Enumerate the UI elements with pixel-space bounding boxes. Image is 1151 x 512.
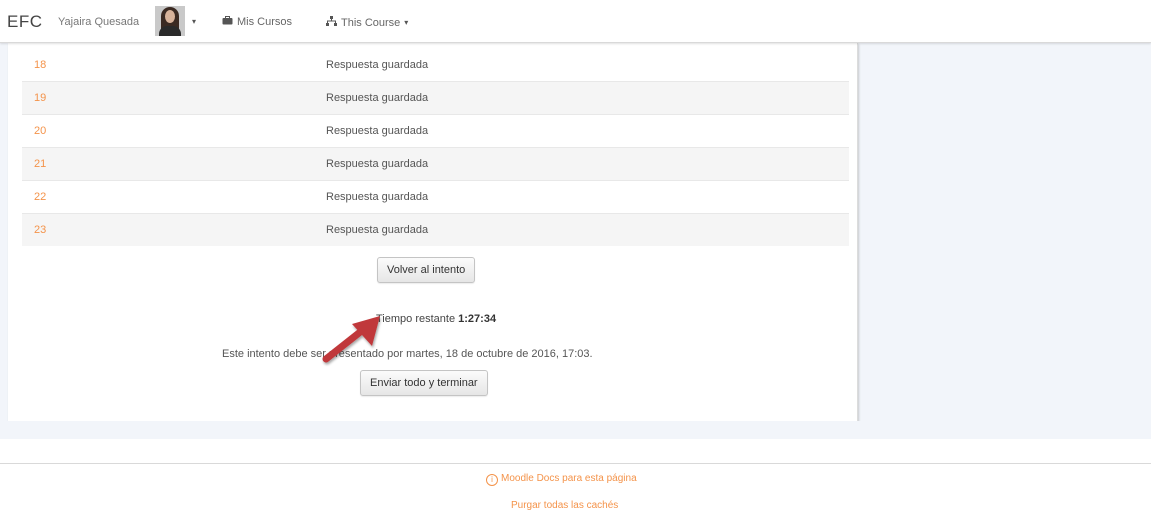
summary-row: 20 Respuesta guardada <box>22 114 849 148</box>
user-name[interactable]: Yajaira Quesada <box>58 16 139 28</box>
my-courses-menu[interactable]: Mis Cursos <box>222 16 292 28</box>
my-courses-label: Mis Cursos <box>237 16 293 28</box>
question-number-link[interactable]: 19 <box>22 81 74 115</box>
attempt-deadline-text: Este intento debe ser presentado por mar… <box>222 348 593 360</box>
question-status: Respuesta guardada <box>74 147 849 181</box>
question-status: Respuesta guardada <box>326 59 429 71</box>
return-to-attempt-button[interactable]: Volver al intento <box>377 257 476 283</box>
info-circle-icon: i <box>486 474 498 486</box>
question-status: Respuesta guardada <box>74 81 849 115</box>
site-brand[interactable]: EFC <box>7 12 43 32</box>
page-footer: i Moodle Docs para esta página Purgar tod… <box>0 463 1151 512</box>
moodle-docs-link[interactable]: i Moodle Docs para esta página <box>486 473 637 486</box>
question-number-link[interactable]: 22 <box>22 180 74 214</box>
question-status: Respuesta guardada <box>74 114 849 148</box>
right-block-region <box>858 43 1151 421</box>
question-status: Respuesta guardada <box>74 180 849 214</box>
summary-row: 22 Respuesta guardada <box>22 180 849 214</box>
submit-all-and-finish-button[interactable]: Enviar todo y terminar <box>360 370 488 396</box>
question-number-link[interactable]: 21 <box>22 147 74 181</box>
this-course-caret-icon: ▾ <box>404 18 409 27</box>
summary-row: 19 Respuesta guardada <box>22 81 849 115</box>
briefcase-icon <box>222 16 233 28</box>
sitemap-icon <box>326 16 337 29</box>
this-course-menu[interactable]: This Course ▾ <box>326 16 408 29</box>
moodle-docs-label: Moodle Docs para esta página <box>501 473 637 484</box>
purge-caches-link[interactable]: Purgar todas las cachés <box>511 500 618 511</box>
user-menu-caret-icon[interactable]: ▾ <box>192 17 196 26</box>
time-remaining-value: 1:27:34 <box>458 313 497 325</box>
question-number-link[interactable]: 18 <box>22 49 74 82</box>
summary-row: 18 Respuesta guardada <box>22 49 849 82</box>
question-status: Respuesta guardada <box>74 213 849 246</box>
page-bottom-band <box>0 421 1151 439</box>
attempt-summary-table: 18 Respuesta guardada 19 Respuesta guardada… <box>22 49 849 246</box>
annotation-arrow-icon <box>322 316 380 363</box>
summary-row: 21 Respuesta guardada <box>22 147 849 181</box>
time-remaining: Tiempo restante 1:27:34 <box>376 313 496 325</box>
summary-row: 23 Respuesta guardada <box>22 213 849 246</box>
question-number-link[interactable]: 20 <box>22 114 74 148</box>
user-avatar[interactable] <box>155 6 185 36</box>
top-navbar: EFC Yajaira Quesada ▾ Mis Cursos This Co… <box>0 0 1151 43</box>
this-course-label: This Course <box>341 16 401 29</box>
attempt-summary-panel: 18 Respuesta guardada 19 Respuesta guardada… <box>8 43 858 422</box>
question-number-link[interactable]: 23 <box>22 213 74 246</box>
